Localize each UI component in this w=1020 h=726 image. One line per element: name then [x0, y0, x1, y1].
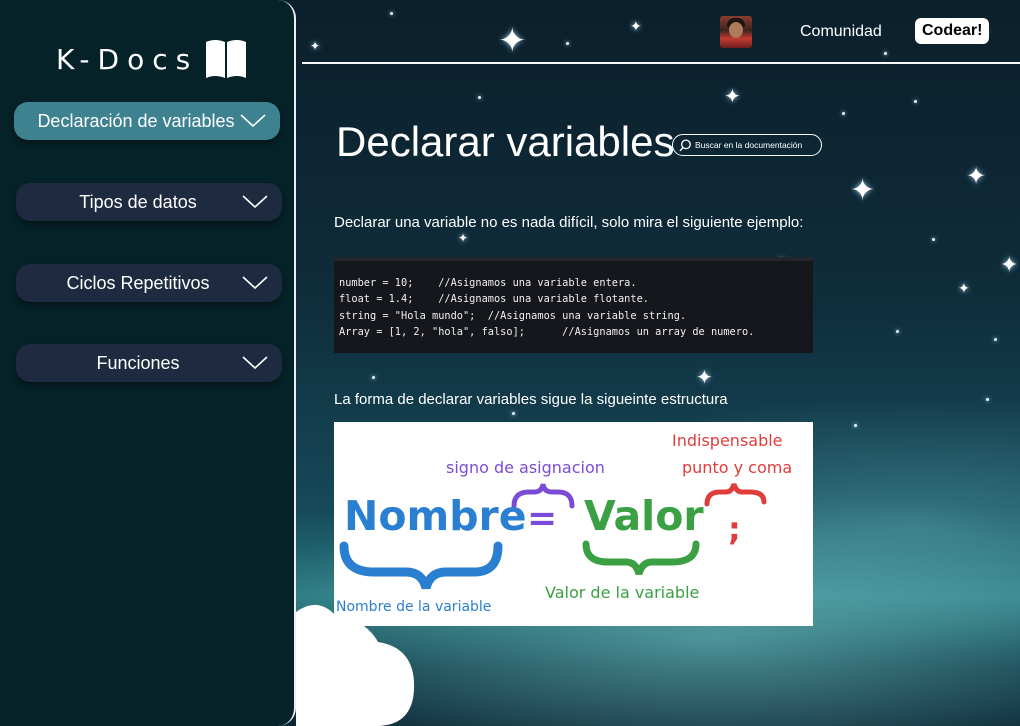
diagram-semicolon-label: punto y coma	[682, 458, 793, 477]
star-icon: ✦	[696, 365, 713, 389]
star-dot	[372, 376, 375, 379]
diagram-indispensable-label: Indispensable	[672, 431, 783, 450]
star-dot	[986, 398, 989, 401]
search-box[interactable]	[672, 134, 822, 156]
diagram-assign-label: signo de asignacion	[446, 458, 605, 477]
page-title: Declarar variables	[336, 118, 675, 165]
chevron-down-icon	[242, 195, 268, 209]
community-link[interactable]: Comunidad	[800, 23, 882, 41]
search-icon	[679, 138, 691, 151]
header-divider	[302, 62, 1020, 64]
star-icon: ✦	[630, 19, 642, 35]
diagram-value-label: Valor de la variable	[545, 583, 700, 602]
code-line: float = 1.4; //Asignamos una variable fl…	[339, 293, 649, 306]
open-book-icon	[206, 40, 247, 78]
star-icon: ✦	[724, 84, 741, 108]
star-icon: ✦	[458, 231, 469, 245]
sidebar-item-ciclos-repetitivos[interactable]: Ciclos Repetitivos	[16, 264, 282, 302]
diagram-value-word: Valor	[584, 492, 704, 540]
diagram-equals: =	[527, 498, 558, 539]
star-dot	[896, 330, 899, 333]
logo[interactable]: K-Docs	[56, 38, 248, 80]
sidebar-item-label: Ciclos Repetitivos	[66, 272, 210, 293]
chevron-down-icon	[240, 114, 266, 128]
star-dot	[884, 52, 887, 55]
search-input[interactable]	[695, 140, 813, 150]
sidebar-item-label: Declaración de variables	[37, 110, 235, 131]
chevron-down-icon	[242, 276, 268, 290]
star-icon: ✦	[310, 39, 321, 53]
sidebar-item-declaracion-de-variables[interactable]: Declaración de variables	[14, 102, 280, 140]
structure-text: La forma de declarar variables sigue la …	[334, 391, 728, 408]
star-icon: ✦	[966, 162, 987, 190]
code-line: string = "Hola mundo"; //Asignamos una v…	[339, 309, 687, 322]
star-dot	[566, 42, 569, 45]
code-block: number = 10; //Asignamos una variable en…	[334, 257, 813, 353]
intro-text: Declarar una variable no es nada difícil…	[334, 214, 804, 231]
sidebar-item-label: Funciones	[96, 352, 180, 373]
star-dot	[478, 96, 481, 99]
avatar-face	[729, 22, 743, 38]
diagram-semicolon: ;	[728, 510, 741, 548]
sidebar: K-Docs Declaración de variables Tipos de…	[0, 0, 296, 726]
code-line: Array = [1, 2, "hola", falso]; //Asignam…	[339, 326, 755, 339]
star-dot	[842, 112, 845, 115]
diagram-name-word: Nombre	[344, 492, 527, 540]
sidebar-item-label: Tipos de datos	[79, 191, 197, 212]
star-icon: ✦	[1000, 253, 1019, 278]
star-dot	[994, 338, 997, 341]
star-dot	[390, 12, 393, 15]
variable-structure-diagram: Nombre = Valor ; signo de asignacion Ind…	[334, 422, 813, 626]
avatar[interactable]	[720, 16, 752, 48]
star-dot	[854, 424, 857, 427]
star-dot	[932, 238, 935, 241]
sidebar-item-tipos-de-datos[interactable]: Tipos de datos	[16, 183, 282, 221]
code-line: number = 10; //Asignamos una variable en…	[339, 277, 637, 289]
star-icon: ✦	[958, 281, 970, 297]
star-dot	[914, 100, 917, 103]
logo-text: K-Docs	[56, 42, 199, 76]
diagram-name-label: Nombre de la variable	[336, 599, 492, 615]
star-dot	[512, 412, 515, 415]
codear-button[interactable]: Codear!	[915, 18, 990, 44]
star-icon: ✦	[850, 173, 876, 208]
chevron-down-icon	[242, 356, 268, 370]
sidebar-item-funciones[interactable]: Funciones	[16, 344, 282, 382]
star-icon: ✦	[498, 21, 527, 61]
